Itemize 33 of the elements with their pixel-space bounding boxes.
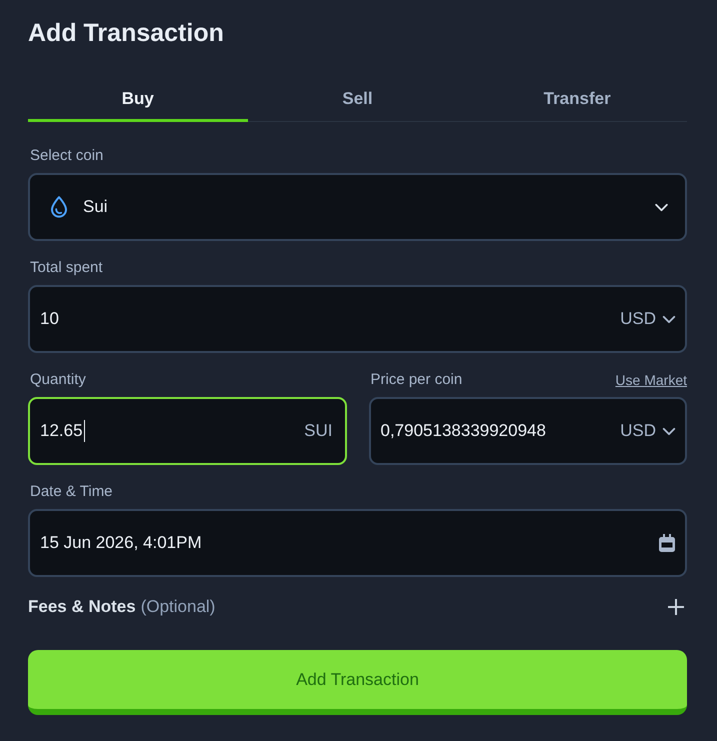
droplet-icon	[50, 196, 68, 218]
field-value: 12.65	[40, 420, 83, 442]
amount-field[interactable]: 10 USD	[28, 285, 687, 353]
tab[interactable]: Sell	[248, 78, 468, 122]
use-market-link[interactable]: Use Market	[615, 370, 687, 390]
field-value: 15 Jun 2026, 4:01PM	[40, 532, 202, 554]
tab[interactable]: Transfer	[467, 78, 688, 122]
chevron-down-icon	[662, 314, 676, 324]
quantity-field[interactable]: 12.65 SUI	[28, 397, 346, 465]
field-label: Total spent	[30, 258, 103, 278]
currency-dropdown[interactable]: USD	[620, 420, 676, 442]
currency-dropdown[interactable]: USD	[620, 308, 676, 330]
field-value: 10	[40, 308, 59, 330]
calendar-icon[interactable]	[659, 534, 675, 552]
plus-icon[interactable]	[668, 599, 684, 615]
tab[interactable]: Buy	[28, 78, 248, 122]
field-value: 0,7905138339920948	[380, 420, 546, 442]
add-transaction-button[interactable]: Add Transaction	[28, 650, 687, 715]
section-title: Fees & Notes	[28, 597, 136, 617]
price-field[interactable]: 0,7905138339920948 USD	[368, 397, 687, 465]
field-label: Quantity	[30, 370, 86, 390]
chevron-down-icon	[662, 426, 676, 436]
coin-name: Sui	[83, 196, 108, 218]
field-label: Date & Time	[30, 482, 113, 502]
chevron-down-icon	[654, 202, 669, 212]
field-label: Price per coin	[370, 370, 462, 390]
dialog-title: Add Transaction	[28, 18, 224, 49]
unit-label: SUI	[304, 420, 332, 442]
date-time-field[interactable]: 15 Jun 2026, 4:01PM	[28, 509, 687, 577]
optional-hint: (Optional)	[140, 597, 216, 617]
coin-select[interactable]: Sui	[28, 173, 687, 241]
field-label: Select coin	[30, 146, 104, 166]
text-cursor	[84, 420, 85, 442]
